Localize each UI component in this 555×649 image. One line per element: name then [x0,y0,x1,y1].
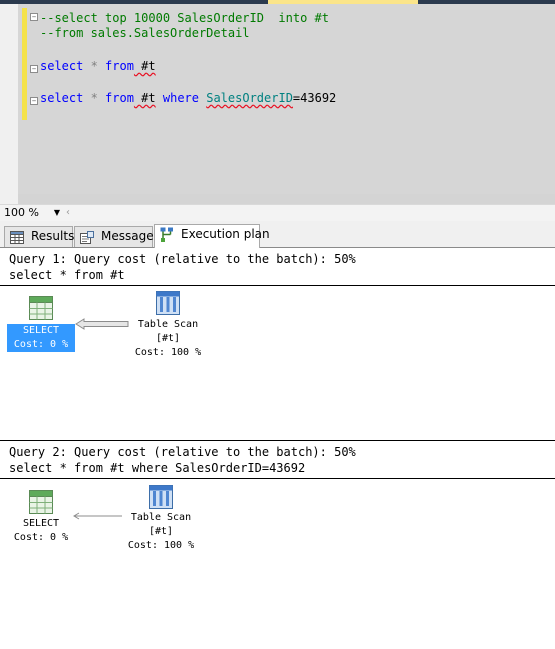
operator-object: [#t] [155,333,181,344]
code-token: --from sales.SalesOrderDetail [40,26,250,40]
operator-label: SELECT [22,325,60,336]
fold-collapse-icon[interactable]: − [30,65,38,73]
results-tab-strip: Results Messages Execution plan [0,221,555,248]
code-token: =43692 [292,91,337,105]
code-token: * [83,91,106,105]
table-scan-operator-node[interactable]: Table Scan [#t] Cost: 100 % [128,318,208,360]
code-token: #t [133,91,156,105]
code-token: --select top 10000 SalesOrderID into #t [40,11,329,25]
query-header: Query 2: Query cost (relative to the bat… [9,445,356,459]
query-separator [0,440,555,441]
messages-icon [80,231,94,244]
fold-collapse-icon[interactable]: − [30,13,38,21]
code-token: from [105,59,134,73]
tab-messages[interactable]: Messages [74,226,160,247]
code-token: where [155,91,207,105]
operator-cost: Cost: 0 % [13,339,69,350]
fold-collapse-icon[interactable]: − [30,97,38,105]
editor-vertical-scrollbar[interactable] [0,4,18,204]
query-editor[interactable]: − --select top 10000 SalesOrderID into #… [0,4,555,204]
table-scan-icon[interactable] [156,291,180,315]
code-line-4: select * from #t where SalesOrderID=4369… [40,91,336,105]
query-sql-text: select * from #t where SalesOrderID=4369… [9,461,306,475]
code-line-1: --select top 10000 SalesOrderID into #t [40,11,329,25]
code-token: from [105,91,134,105]
execution-plan-icon [160,227,173,242]
chevron-down-icon: ▼ [53,208,60,217]
tab-execution-plan[interactable]: Execution plan [154,224,270,248]
code-token: #t [133,59,156,73]
table-scan-operator-node[interactable]: Table Scan [#t] Cost: 100 % [121,511,201,553]
zoom-value: 100 % [4,206,39,219]
change-indicator-bar [22,8,27,120]
operator-cost: Cost: 0 % [13,532,69,543]
operator-label: Table Scan [137,319,199,330]
operator-cost: Cost: 100 % [134,347,202,358]
table-scan-icon[interactable] [149,485,173,509]
query-sql-text: select * from #t [9,268,125,282]
tab-execution-plan-label: Execution plan [181,227,270,241]
query-separator [0,478,555,479]
tab-results-label: Results [31,229,75,243]
execution-plan-pane[interactable]: Query 1: Query cost (relative to the bat… [0,248,555,649]
code-token: select [40,91,84,105]
grid-icon [10,231,24,244]
select-operator-icon[interactable] [29,296,53,320]
data-flow-arrow [75,318,129,330]
editor-status-bar: 100 % ▼ ‹ [0,204,555,221]
tab-messages-label: Messages [101,229,160,243]
code-line-2: --from sales.SalesOrderDetail [40,26,250,40]
code-token: * [83,59,106,73]
select-operator-node[interactable]: SELECT Cost: 0 % [7,517,75,545]
operator-label: SELECT [22,518,60,529]
operator-cost: Cost: 100 % [127,540,195,551]
query-separator [0,285,555,286]
code-token: select [40,59,84,73]
scroll-left-icon[interactable]: ‹ [66,207,70,218]
query-header: Query 1: Query cost (relative to the bat… [9,252,356,266]
select-operator-node[interactable]: SELECT Cost: 0 % [7,324,75,352]
data-flow-arrow [73,512,122,520]
code-line-3: select * from #t [40,59,156,73]
zoom-select[interactable]: 100 % ▼ [4,206,62,220]
tab-results[interactable]: Results [4,226,75,247]
select-operator-icon[interactable] [29,490,53,514]
code-token: SalesOrderID [206,91,293,105]
operator-object: [#t] [148,526,174,537]
operator-label: Table Scan [130,512,192,523]
